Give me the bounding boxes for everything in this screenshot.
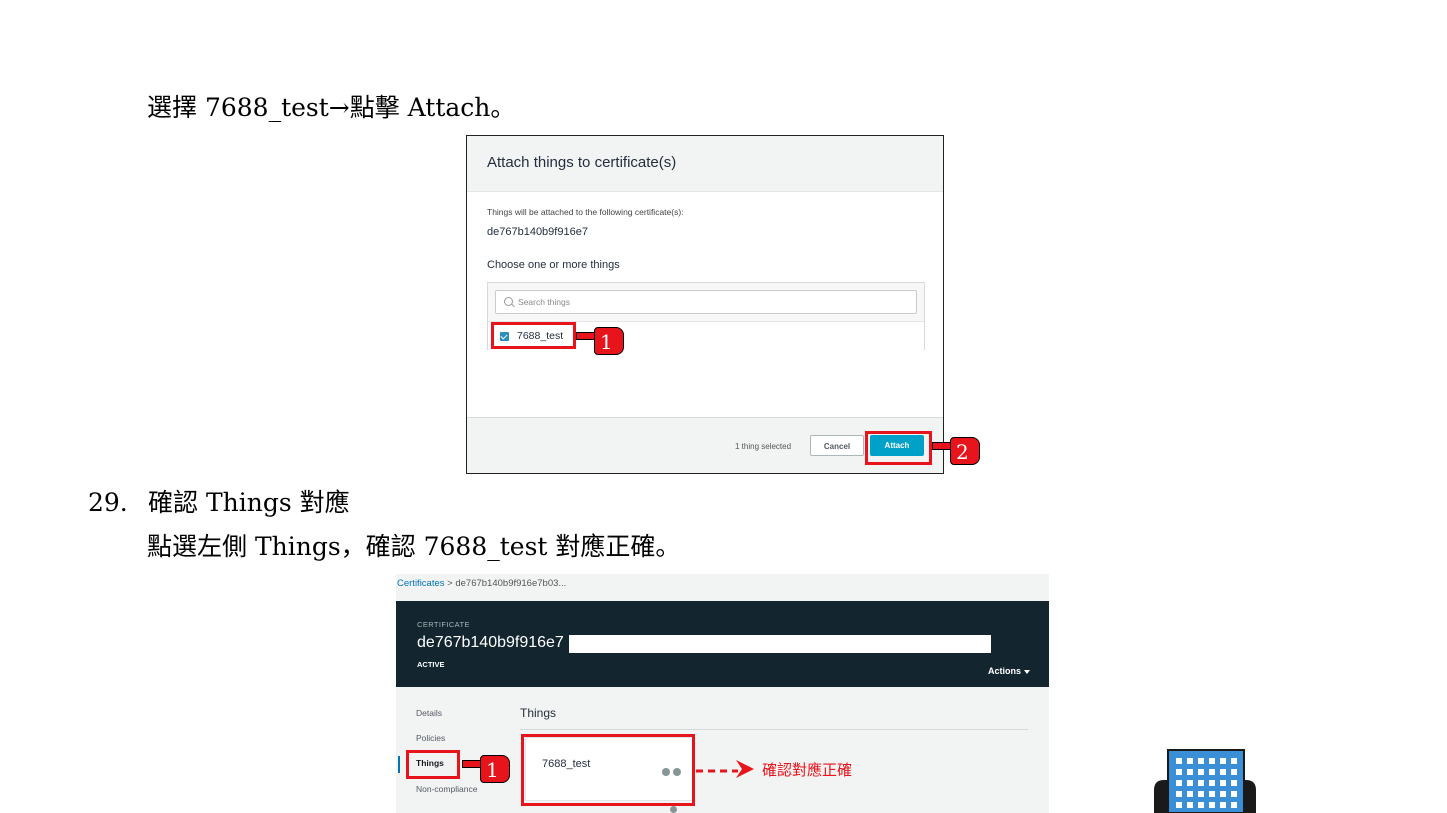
instruction-line-confirm: 點選左側 Things，確認 7688_test 對應正確。: [147, 532, 681, 561]
selected-count: 1 thing selected: [735, 442, 792, 451]
choose-things-label: Choose one or more things: [487, 259, 620, 271]
highlight-things-nav: [406, 750, 460, 779]
certificate-header: CERTIFICATE de767b140b9f916e7 ACTIVE Act…: [396, 601, 1049, 687]
partial-dot-icon: [670, 806, 677, 813]
breadcrumb-certificates-link[interactable]: Certificates: [397, 578, 445, 589]
things-section-title: Things: [520, 706, 557, 720]
dialog-subtitle: Things will be attached to the following…: [487, 207, 684, 217]
status-badge: ACTIVE: [417, 660, 445, 669]
cancel-button[interactable]: Cancel: [810, 435, 864, 456]
highlight-attach-button: [865, 431, 932, 465]
dialog-certificate-id: de767b140b9f916e7: [487, 226, 588, 238]
actions-dropdown[interactable]: Actions: [988, 666, 1031, 676]
search-placeholder: Search things: [518, 297, 570, 307]
highlight-thing-card: [521, 734, 695, 806]
breadcrumb-current: de767b140b9f916e7b03...: [455, 578, 567, 589]
marker-number: 1: [600, 330, 613, 354]
header-label: CERTIFICATE: [417, 620, 470, 629]
pointing-hand-marker-1-console: 1: [462, 755, 510, 783]
temperature-sensor-icon: [1154, 749, 1256, 813]
marker-number: 2: [956, 440, 969, 464]
nav-item-details[interactable]: Details: [416, 708, 442, 718]
actions-label: Actions: [988, 666, 1022, 676]
search-icon: [504, 297, 513, 306]
pointing-hand-marker-2: 2: [932, 437, 980, 465]
certificate-id: de767b140b9f916e7: [417, 634, 564, 651]
pointing-hand-marker-1: 1: [576, 327, 624, 355]
search-things-input[interactable]: Search things: [495, 290, 917, 314]
instruction-line-attach: 選擇 7688_test→點擊 Attach。: [147, 93, 516, 122]
breadcrumb: Certificates > de767b140b9f916e7b03...: [397, 578, 566, 589]
nav-item-policies[interactable]: Policies: [416, 733, 445, 743]
arrow-right-icon: [736, 760, 754, 778]
attach-things-dialog: Attach things to certificate(s) Things w…: [466, 135, 944, 474]
step-number: 29.: [88, 488, 128, 517]
highlight-thing-row: [491, 322, 576, 349]
section-divider: [520, 729, 1028, 730]
redaction-mask: [569, 635, 991, 653]
step-title: 確認 Things 對應: [148, 488, 350, 517]
chevron-down-icon: [1024, 669, 1031, 674]
confirm-note: 確認對應正確: [762, 761, 853, 779]
breadcrumb-separator: >: [447, 578, 453, 589]
step-heading: 29. 確認 Things 對應: [88, 487, 350, 519]
nav-active-indicator: [398, 756, 400, 773]
dialog-title: Attach things to certificate(s): [487, 154, 677, 171]
marker-number: 1: [486, 758, 499, 782]
nav-item-non-compliance[interactable]: Non-compliance: [416, 784, 477, 794]
